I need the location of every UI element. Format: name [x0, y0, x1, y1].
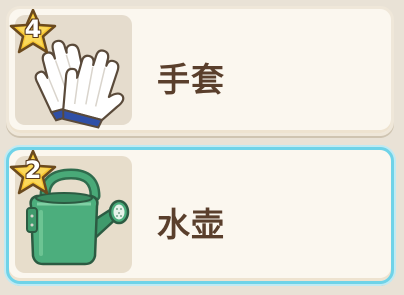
item-level: 4	[24, 15, 42, 43]
item-list: 4 手套 2 水壶	[0, 0, 404, 295]
item-name: 手套	[157, 60, 225, 99]
item-level: 2	[24, 156, 42, 184]
item-name: 水壶	[157, 205, 225, 244]
item-card-watering-can[interactable]: 2 水壶	[6, 147, 394, 284]
item-card-gloves[interactable]: 4 手套	[6, 6, 394, 136]
